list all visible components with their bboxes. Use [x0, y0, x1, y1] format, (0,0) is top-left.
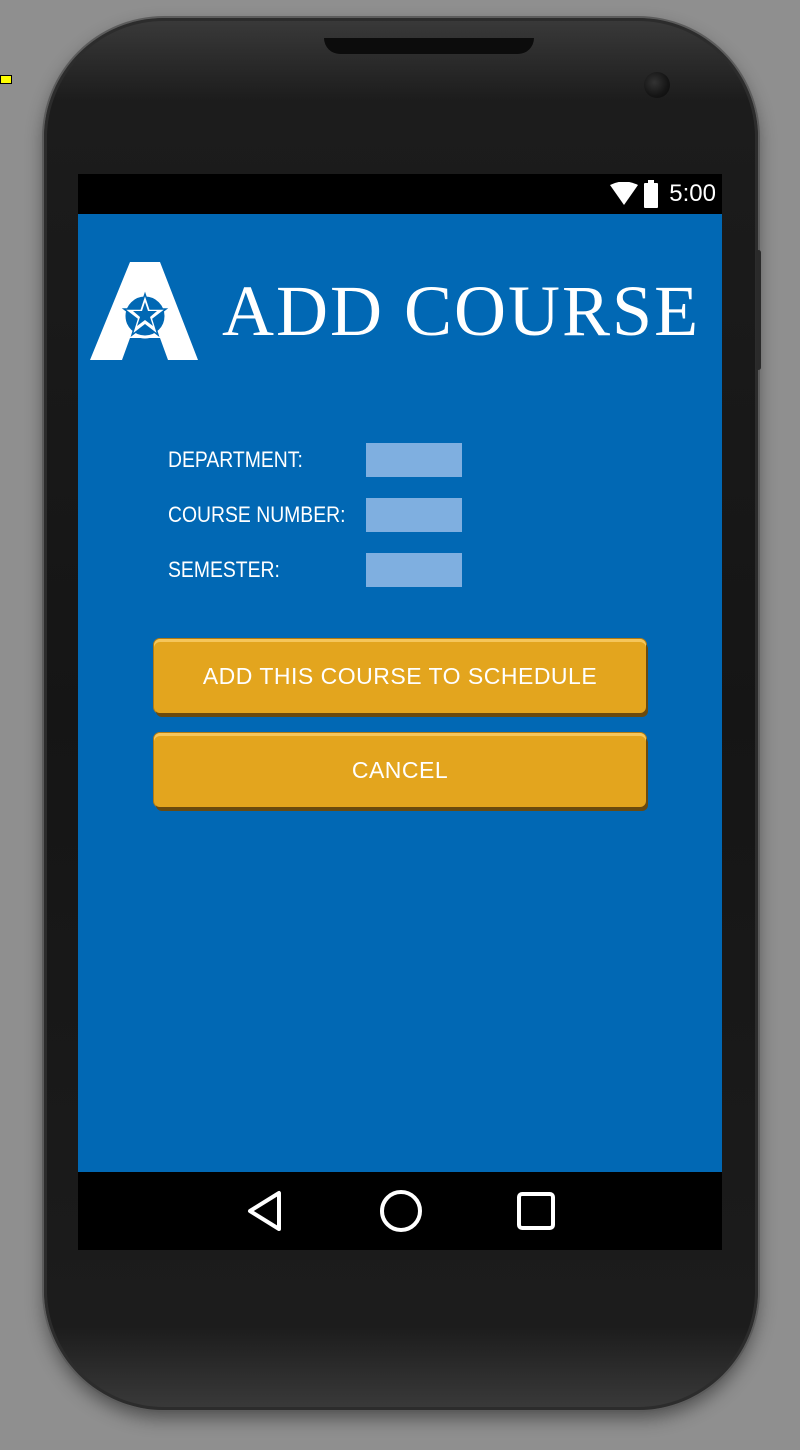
department-input[interactable] [366, 443, 462, 477]
front-camera [644, 72, 670, 98]
power-button [756, 250, 761, 370]
status-icons: 5:00 [609, 180, 716, 208]
back-icon[interactable] [240, 1186, 290, 1236]
battery-icon [643, 180, 659, 208]
course-number-row: COURSE NUMBER: [168, 497, 462, 533]
semester-row: SEMESTER: [168, 552, 462, 588]
device-screen: 5:00 ADD COURSE DEPARTMENT: COURSE NUMBE… [78, 174, 722, 1250]
recents-icon[interactable] [511, 1186, 561, 1236]
wifi-icon [609, 182, 639, 206]
speaker-grille [324, 38, 534, 54]
course-number-label: COURSE NUMBER: [168, 502, 346, 527]
department-label: DEPARTMENT: [168, 447, 303, 472]
navigation-bar [78, 1172, 722, 1250]
window-handle [0, 75, 12, 84]
semester-input[interactable] [366, 553, 462, 587]
department-row: DEPARTMENT: [168, 442, 462, 478]
status-bar: 5:00 [78, 174, 722, 214]
course-number-input[interactable] [366, 498, 462, 532]
home-icon[interactable] [376, 1186, 426, 1236]
uta-logo-icon [90, 262, 200, 362]
semester-label: SEMESTER: [168, 557, 280, 582]
cancel-button[interactable]: CANCEL [154, 733, 646, 807]
add-course-button[interactable]: ADD THIS COURSE TO SCHEDULE [154, 639, 646, 713]
status-time: 5:00 [669, 180, 716, 207]
page-title: ADD COURSE [222, 271, 701, 351]
add-course-screen: ADD COURSE DEPARTMENT: COURSE NUMBER: SE… [78, 214, 722, 1172]
